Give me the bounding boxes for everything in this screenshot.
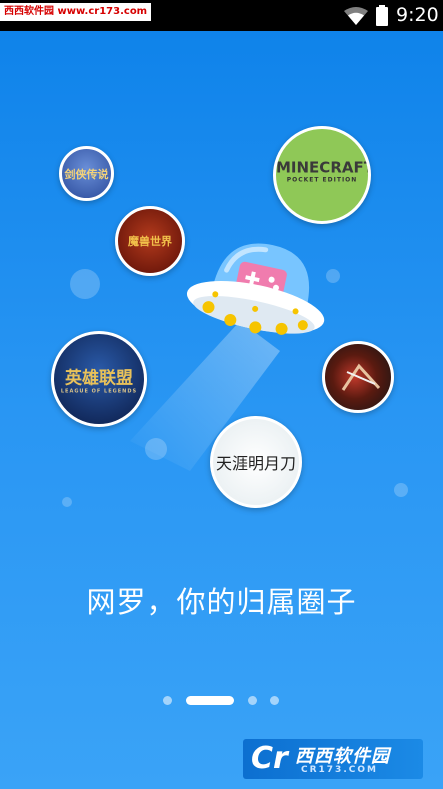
game-bubble-jianxia[interactable]: 剑侠传说 [59, 146, 114, 201]
page-dot[interactable] [270, 696, 279, 705]
game-label: MINECRAFT POCKET EDITION [276, 159, 368, 184]
naruto-artwork [341, 363, 381, 391]
game-label: 英雄联盟 LEAGUE OF LEGENDS [54, 364, 144, 395]
game-bubble-minecraft[interactable]: MINECRAFT POCKET EDITION [273, 126, 371, 224]
onboarding-headline: 网罗，你的归属圈子 [86, 585, 357, 619]
decor-dot [62, 497, 72, 507]
site-logo: Cr 西西软件园 CR173.COM [243, 739, 423, 779]
page-dot-active[interactable] [186, 696, 234, 705]
status-time: 9:20 [396, 4, 439, 26]
onboarding-screen: 剑侠传说 MINECRAFT POCKET EDITION 魔兽世界 英雄联盟 … [0, 31, 443, 789]
ufo-illustration [186, 243, 325, 335]
decor-dot [70, 269, 100, 299]
page-indicator [0, 695, 443, 705]
battery-icon [376, 5, 388, 26]
page-dot[interactable] [163, 696, 172, 705]
wifi-icon [344, 7, 368, 25]
minecraft-title: MINECRAFT [276, 158, 371, 177]
game-label: 天涯明月刀 [215, 454, 296, 473]
watermark: 西西软件园 www.cr173.com [0, 3, 152, 21]
game-bubble-tianya[interactable]: 天涯明月刀 [210, 416, 302, 508]
minecraft-subtitle: POCKET EDITION [286, 176, 358, 184]
status-bar: 西西软件园 www.cr173.com 9:20 [0, 0, 443, 31]
game-label: 魔兽世界 [128, 235, 172, 248]
game-bubble-naruto[interactable] [322, 341, 394, 413]
lol-subtitle: LEAGUE OF LEGENDS [60, 388, 138, 395]
game-label: 剑侠传说 [64, 167, 109, 181]
logo-mark: Cr [251, 741, 288, 776]
page-dot[interactable] [248, 696, 257, 705]
logo-url: CR173.COM [301, 765, 378, 775]
lol-title: 英雄联盟 [65, 368, 133, 389]
game-bubble-warcraft[interactable]: 魔兽世界 [115, 206, 185, 276]
decor-dot [394, 483, 408, 497]
game-bubble-lol[interactable]: 英雄联盟 LEAGUE OF LEGENDS [51, 331, 147, 427]
